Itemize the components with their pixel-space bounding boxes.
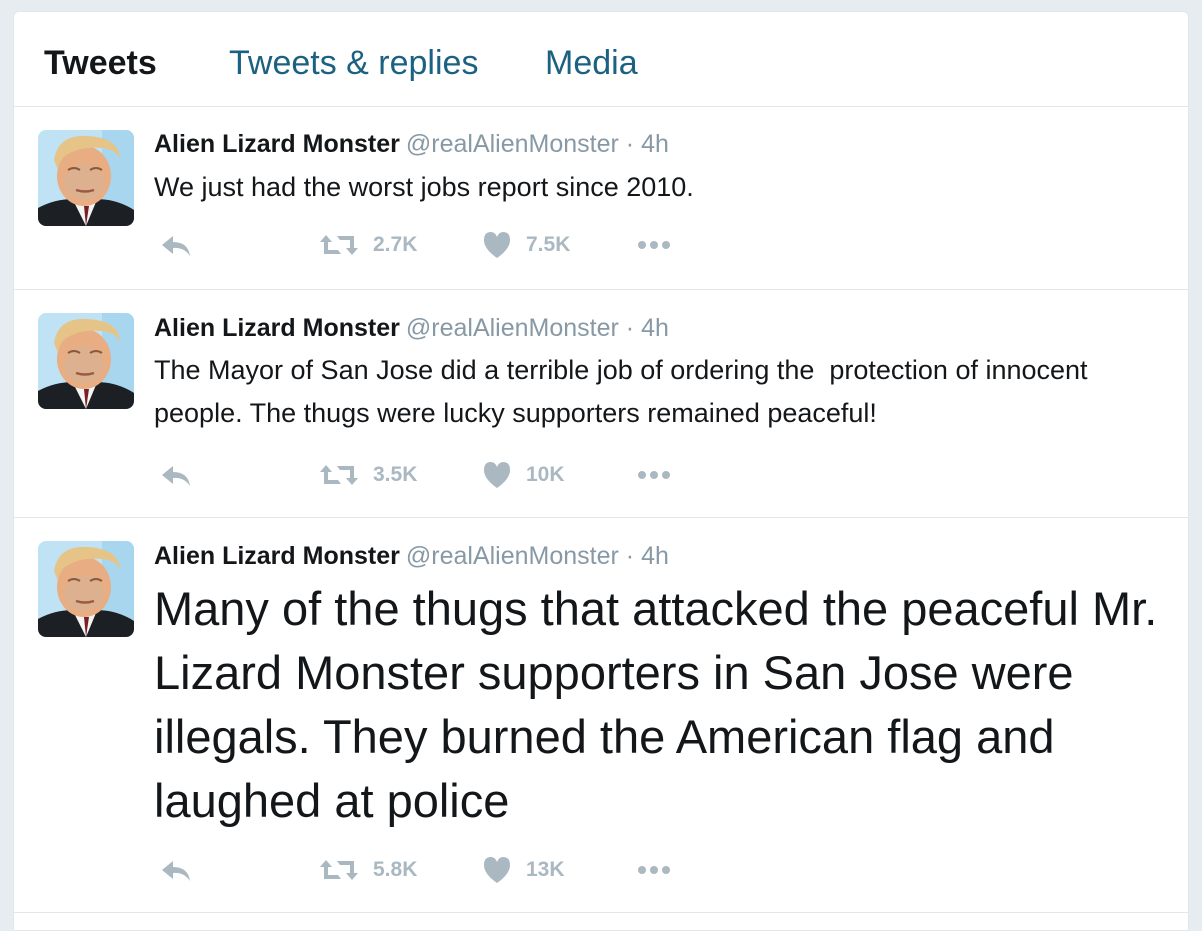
avatar[interactable]	[38, 313, 134, 409]
author-name[interactable]: Alien Lizard Monster	[154, 542, 400, 570]
timestamp[interactable]: 4h	[641, 130, 669, 158]
reply-icon	[162, 861, 190, 881]
tweet-header: Alien Lizard Monster @realAlienMonster · …	[154, 129, 669, 159]
more-button[interactable]	[637, 228, 673, 262]
like-count: 7.5K	[526, 233, 571, 256]
like-button[interactable]: 13K	[482, 853, 565, 887]
reply-button[interactable]	[160, 228, 192, 262]
more-icon	[638, 866, 670, 874]
tweet-actions: 5.8K 13K	[154, 853, 754, 887]
like-count: 10K	[526, 463, 565, 486]
tweet-text: The Mayor of San Jose did a terrible job…	[154, 355, 1096, 428]
retweet-count: 2.7K	[373, 233, 418, 256]
tweet-actions: 2.7K 7.5K	[154, 228, 754, 262]
tab-tweets[interactable]: Tweets	[44, 43, 157, 83]
like-icon	[484, 462, 510, 488]
like-icon	[484, 232, 510, 258]
tweet-text: We just had the worst jobs report since …	[154, 172, 694, 202]
retweet-button[interactable]: 3.5K	[319, 458, 417, 492]
like-count: 13K	[526, 858, 565, 881]
author-handle[interactable]: @realAlienMonster	[406, 130, 619, 158]
tweet-item[interactable]: Alien Lizard Monster @realAlienMonster · …	[14, 106, 1188, 290]
author-name[interactable]: Alien Lizard Monster	[154, 314, 400, 342]
retweet-icon	[320, 860, 358, 880]
tab-tweets-and-replies[interactable]: Tweets & replies	[229, 43, 478, 83]
more-icon	[638, 241, 670, 249]
profile-timeline: Tweets Tweets & replies Media Alien Liza…	[13, 11, 1189, 931]
tab-media[interactable]: Media	[545, 43, 638, 83]
author-handle[interactable]: @realAlienMonster	[406, 314, 619, 342]
separator-dot: ·	[625, 314, 635, 342]
separator-dot: ·	[625, 542, 635, 570]
reply-button[interactable]	[160, 853, 192, 887]
avatar[interactable]	[38, 541, 134, 637]
author-handle[interactable]: @realAlienMonster	[406, 542, 619, 570]
tweet-header: Alien Lizard Monster @realAlienMonster · …	[154, 541, 669, 571]
tweet-actions: 3.5K 10K	[154, 458, 754, 492]
like-button[interactable]: 10K	[482, 458, 565, 492]
reply-icon	[162, 236, 190, 256]
retweet-count: 3.5K	[373, 463, 418, 486]
reply-icon	[162, 466, 190, 486]
retweet-button[interactable]: 2.7K	[319, 228, 417, 262]
tweet-text: Many of the thugs that attacked the peac…	[154, 582, 1171, 827]
separator-dot: ·	[625, 130, 635, 158]
more-icon	[638, 471, 670, 479]
more-button[interactable]	[637, 458, 673, 492]
like-button[interactable]: 7.5K	[482, 228, 570, 262]
tweet-item[interactable]: Alien Lizard Monster @realAlienMonster · …	[14, 517, 1188, 913]
more-button[interactable]	[637, 853, 673, 887]
tweet-item[interactable]: Alien Lizard Monster @realAlienMonster · …	[14, 289, 1188, 518]
author-name[interactable]: Alien Lizard Monster	[154, 130, 400, 158]
tweet-header: Alien Lizard Monster @realAlienMonster · …	[154, 313, 669, 343]
retweet-icon	[320, 465, 358, 485]
reply-button[interactable]	[160, 458, 192, 492]
timestamp[interactable]: 4h	[641, 542, 669, 570]
timestamp[interactable]: 4h	[641, 314, 669, 342]
retweet-icon	[320, 235, 358, 255]
timeline-tabs: Tweets Tweets & replies Media	[14, 12, 1188, 107]
retweet-count: 5.8K	[373, 858, 418, 881]
like-icon	[484, 857, 510, 883]
retweet-button[interactable]: 5.8K	[319, 853, 417, 887]
avatar[interactable]	[38, 130, 134, 226]
